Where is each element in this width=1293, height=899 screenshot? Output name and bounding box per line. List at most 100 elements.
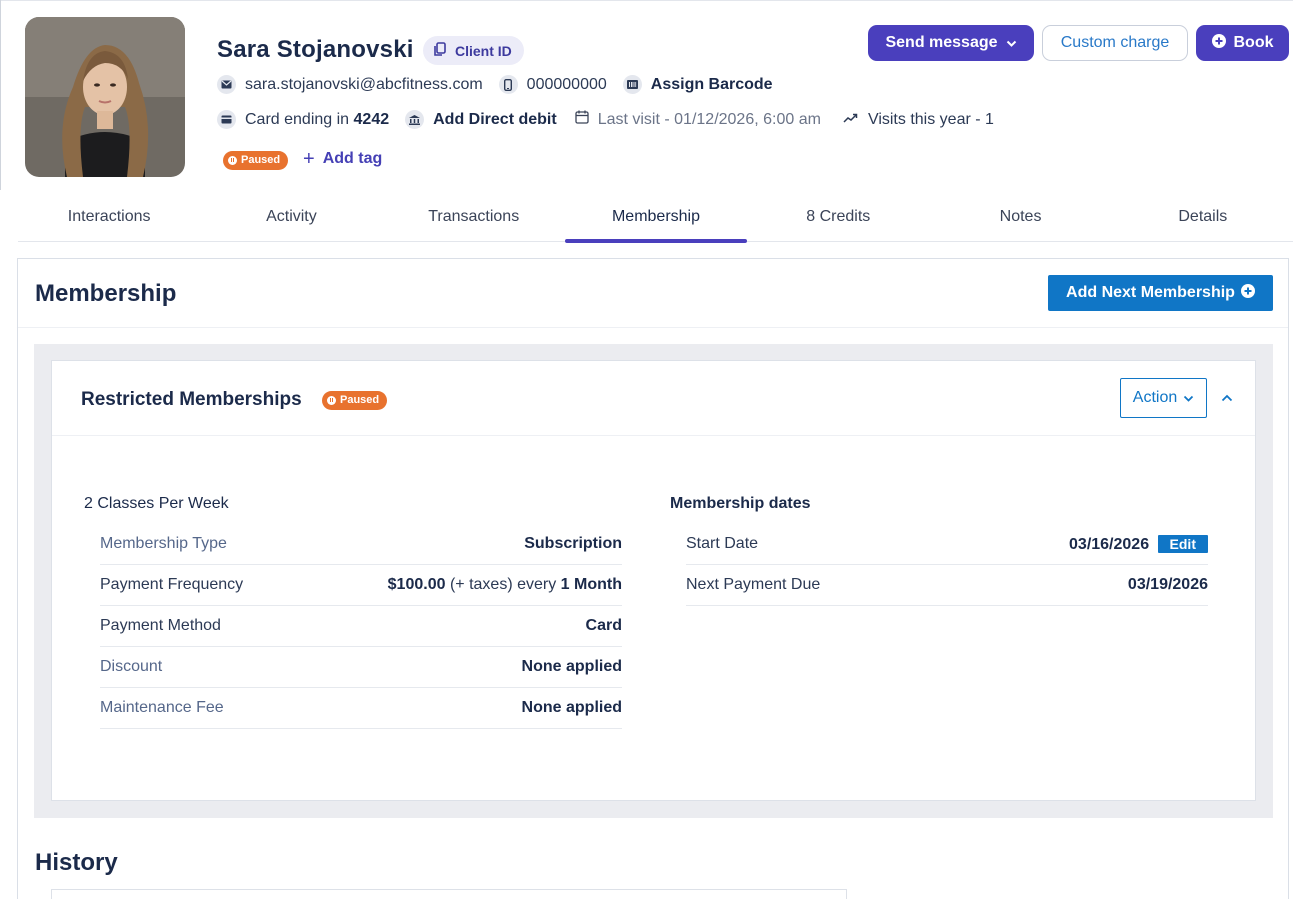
- plus-circle-icon: [1211, 33, 1226, 53]
- tab-credits[interactable]: 8 Credits: [747, 194, 929, 241]
- paused-badge-label: Paused: [340, 394, 380, 406]
- send-message-button[interactable]: Send message: [868, 25, 1034, 61]
- detail-value: Subscription: [524, 535, 622, 552]
- phone-item: 000000000: [498, 75, 607, 94]
- detail-label: Payment Frequency: [100, 576, 244, 593]
- card-divider: [52, 435, 1255, 436]
- tab-transactions[interactable]: Transactions: [383, 194, 565, 241]
- detail-row-membership-type: Membership Type Subscription: [100, 524, 622, 565]
- membership-dates-title: Membership dates: [670, 495, 811, 512]
- panel-divider: [18, 327, 1288, 328]
- send-message-label: Send message: [885, 34, 998, 51]
- action-dropdown[interactable]: Action: [1120, 378, 1207, 418]
- chevron-down-icon: [1183, 389, 1194, 407]
- plus-circle-icon: [1240, 283, 1255, 303]
- avatar: [25, 17, 185, 177]
- action-label: Action: [1132, 389, 1178, 406]
- phone-icon: [498, 75, 518, 94]
- paused-badge-label: Paused: [241, 154, 281, 166]
- plan-name: 2 Classes Per Week: [84, 495, 229, 512]
- client-id-label: Client ID: [455, 42, 512, 59]
- email-icon: [217, 75, 236, 94]
- custom-charge-label: Custom charge: [1060, 34, 1170, 51]
- assign-barcode-label: Assign Barcode: [650, 75, 773, 93]
- client-name: Sara Stojanovski: [217, 36, 414, 63]
- add-next-membership-label: Add Next Membership: [1066, 284, 1235, 301]
- last-visit-text: Last visit - 01/12/2026, 6:00 am: [597, 110, 821, 128]
- detail-label: Maintenance Fee: [100, 699, 224, 716]
- membership-card: Restricted Memberships Paused Action 2 C…: [51, 360, 1256, 801]
- history-table: [51, 889, 847, 899]
- visits-text: Visits this year - 1: [867, 110, 994, 128]
- email-item: sara.stojanovski@abcfitness.com: [217, 75, 483, 94]
- detail-row-payment-frequency: Payment Frequency $100.00 (+ taxes) ever…: [100, 565, 622, 606]
- payment-amount: $100.00: [387, 576, 446, 593]
- paused-badge: Paused: [322, 390, 388, 410]
- card-title: Restricted Memberships: [81, 389, 302, 410]
- chevron-up-icon: [1221, 389, 1233, 407]
- tab-notes[interactable]: Notes: [929, 194, 1111, 241]
- date-label: Next Payment Due: [686, 576, 821, 593]
- detail-row-maintenance-fee: Maintenance Fee None applied: [100, 688, 622, 729]
- visits-item: Visits this year - 1: [843, 111, 994, 129]
- card-prefix: Card ending in: [245, 110, 350, 128]
- top-border: [0, 0, 1293, 1]
- add-direct-debit-item[interactable]: Add Direct debit: [405, 110, 557, 129]
- credit-card-icon: [217, 110, 236, 129]
- book-button[interactable]: Book: [1196, 25, 1289, 61]
- trend-icon: [843, 111, 859, 129]
- detail-label: Membership Type: [100, 535, 227, 552]
- detail-row-payment-method: Payment Method Card: [100, 606, 622, 647]
- date-value-wrap: 03/16/2026 Edit: [1069, 534, 1208, 554]
- detail-value: Card: [585, 617, 622, 634]
- membership-title: Membership: [35, 280, 177, 307]
- plus-icon: +: [303, 148, 315, 170]
- barcode-icon: [622, 75, 642, 94]
- membership-panel: Membership Add Next Membership Restricte…: [17, 258, 1289, 899]
- bank-icon: [405, 110, 425, 129]
- date-label: Start Date: [686, 535, 759, 552]
- detail-label: Discount: [100, 658, 163, 675]
- date-row-start: Start Date 03/16/2026 Edit: [686, 524, 1208, 565]
- payment-period: 1 Month: [560, 576, 622, 593]
- calendar-icon: [575, 110, 589, 129]
- pause-icon: [327, 395, 336, 405]
- tab-interactions[interactable]: Interactions: [18, 194, 200, 241]
- card-last4: 4242: [353, 110, 390, 128]
- tab-membership[interactable]: Membership: [564, 194, 748, 243]
- copy-icon: [433, 41, 447, 60]
- detail-value: $100.00 (+ taxes) every 1 Month: [388, 576, 622, 594]
- detail-row-discount: Discount None applied: [100, 647, 622, 688]
- start-date-value: 03/16/2026: [1069, 535, 1150, 553]
- paused-badge: Paused: [223, 150, 289, 170]
- phone-text: 000000000: [526, 75, 607, 93]
- book-label: Book: [1233, 34, 1274, 51]
- assign-barcode-item[interactable]: Assign Barcode: [622, 75, 773, 94]
- add-tag-button[interactable]: + Add tag: [303, 148, 382, 170]
- next-payment-value: 03/19/2026: [1127, 576, 1208, 593]
- card-status: Paused: [322, 389, 388, 410]
- pause-icon: [228, 155, 237, 165]
- tab-activity[interactable]: Activity: [200, 194, 382, 241]
- detail-label: Payment Method: [100, 617, 221, 634]
- add-next-membership-button[interactable]: Add Next Membership: [1048, 275, 1273, 311]
- profile-status: Paused: [223, 149, 289, 170]
- card-item: Card ending in 4242: [217, 110, 389, 129]
- payment-taxes: (+ taxes) every: [449, 576, 557, 593]
- custom-charge-button[interactable]: Custom charge: [1042, 25, 1188, 61]
- client-id-button[interactable]: Client ID: [423, 36, 524, 65]
- billing-row: Card ending in 4242 Add Direct debit Las…: [217, 110, 1010, 129]
- profile-tabs: Interactions Activity Transactions Membe…: [18, 194, 1293, 243]
- chevron-down-icon: [1006, 34, 1017, 52]
- contact-row: sara.stojanovski@abcfitness.com 00000000…: [217, 75, 789, 94]
- tab-details[interactable]: Details: [1112, 194, 1293, 241]
- edit-start-date-button[interactable]: Edit: [1157, 534, 1208, 553]
- left-edge: [0, 0, 1, 190]
- detail-value: None applied: [521, 699, 622, 716]
- membership-card-wrapper: Restricted Memberships Paused Action 2 C…: [34, 344, 1273, 818]
- last-visit-item: Last visit - 01/12/2026, 6:00 am: [575, 110, 821, 129]
- add-direct-debit-label: Add Direct debit: [433, 110, 557, 128]
- detail-value: None applied: [521, 658, 622, 675]
- email-text: sara.stojanovski@abcfitness.com: [245, 75, 483, 93]
- collapse-button[interactable]: [1217, 388, 1237, 408]
